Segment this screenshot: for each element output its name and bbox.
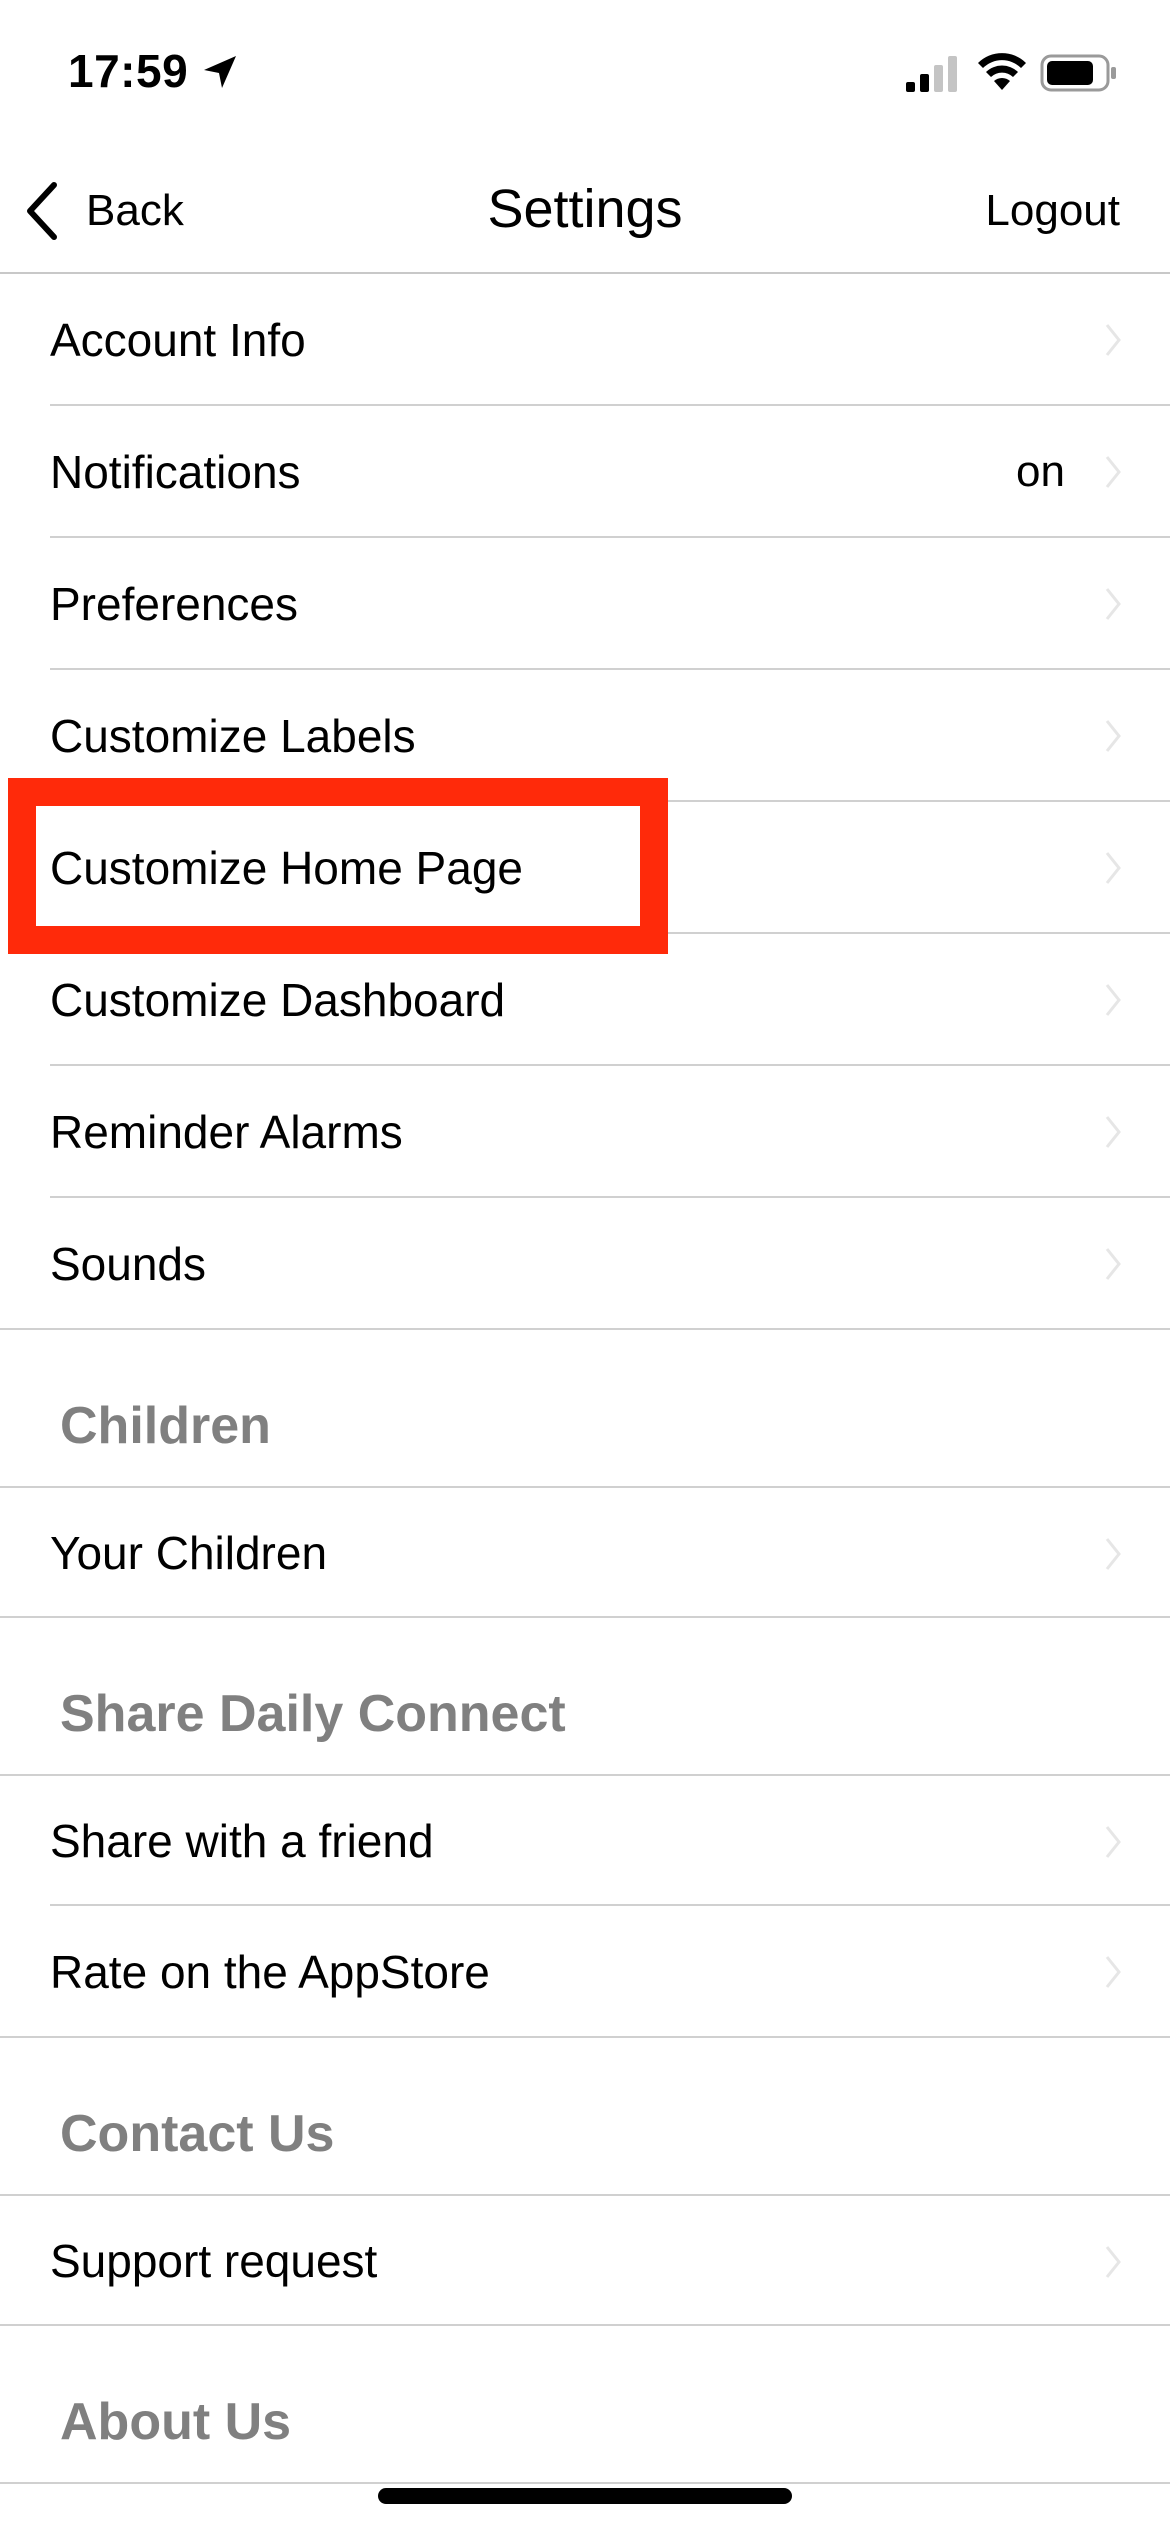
- settings-item-label: Preferences: [50, 578, 299, 630]
- settings-item-label: Sounds: [50, 1238, 207, 1290]
- section-title: Share Daily Connect: [60, 1685, 566, 1743]
- settings-item-label: Share with a friend: [50, 1815, 434, 1867]
- cellular-signal-icon: [906, 56, 957, 92]
- chevron-right-icon: [1105, 1248, 1121, 1280]
- section-title: Contact Us: [60, 2105, 335, 2163]
- settings-list: Account Info Notifications on Preference…: [0, 274, 1170, 2532]
- settings-item-account-info[interactable]: Account Info: [0, 274, 1170, 406]
- battery-icon: [1040, 54, 1116, 92]
- wifi-icon: [978, 53, 1026, 90]
- settings-item-support-request[interactable]: Support request: [0, 2194, 1170, 2326]
- chevron-right-icon: [1105, 456, 1121, 488]
- home-indicator: [378, 2488, 792, 2504]
- settings-item-label: Notifications: [50, 446, 301, 498]
- navigation-bar: Back Settings Logout: [0, 150, 1170, 274]
- logout-button[interactable]: Logout: [985, 186, 1120, 236]
- chevron-right-icon: [1105, 588, 1121, 620]
- section-header-children: Children: [0, 1330, 1170, 1486]
- settings-item-share-with-friend[interactable]: Share with a friend: [0, 1774, 1170, 1906]
- settings-item-your-children[interactable]: Your Children: [0, 1486, 1170, 1618]
- settings-item-label: Customize Labels: [50, 710, 416, 762]
- status-time: 17:59: [68, 45, 189, 97]
- settings-item-reminder-alarms[interactable]: Reminder Alarms: [0, 1066, 1170, 1198]
- chevron-right-icon: [1105, 984, 1121, 1016]
- notifications-value: on: [1016, 447, 1065, 496]
- chevron-right-icon: [1105, 852, 1121, 884]
- settings-item-label: Support request: [50, 2235, 378, 2287]
- section-header-contact: Contact Us: [0, 2038, 1170, 2194]
- settings-item-label: Customize Dashboard: [50, 974, 506, 1026]
- chevron-right-icon: [1105, 324, 1121, 356]
- back-label: Back: [86, 186, 184, 235]
- section-title: Children: [60, 1397, 271, 1455]
- section-title: About Us: [60, 2393, 292, 2451]
- chevron-right-icon: [1105, 720, 1121, 752]
- section-header-share: Share Daily Connect: [0, 1618, 1170, 1774]
- chevron-right-icon: [1105, 1538, 1121, 1570]
- settings-item-label: Reminder Alarms: [50, 1106, 403, 1158]
- chevron-right-icon: [1105, 1956, 1121, 1988]
- settings-item-label: Rate on the AppStore: [50, 1946, 490, 1998]
- back-button[interactable]: Back: [22, 176, 222, 246]
- chevron-right-icon: [1105, 1826, 1121, 1858]
- location-arrow-icon: [204, 56, 236, 88]
- settings-item-rate-appstore[interactable]: Rate on the AppStore: [0, 1906, 1170, 2038]
- settings-item-label: Your Children: [50, 1527, 328, 1579]
- highlight-box: [8, 778, 668, 954]
- settings-item-label: Account Info: [50, 314, 306, 366]
- chevron-right-icon: [1105, 2246, 1121, 2278]
- chevron-left-icon: [27, 182, 57, 240]
- settings-screen: 17:59 Back Settings Logout Account Info …: [0, 0, 1170, 2532]
- section-header-about: About Us: [0, 2326, 1170, 2482]
- status-bar: 17:59: [0, 0, 1170, 150]
- settings-item-sounds[interactable]: Sounds: [0, 1198, 1170, 1330]
- settings-item-preferences[interactable]: Preferences: [0, 538, 1170, 670]
- settings-item-notifications[interactable]: Notifications on: [0, 406, 1170, 538]
- chevron-right-icon: [1105, 1116, 1121, 1148]
